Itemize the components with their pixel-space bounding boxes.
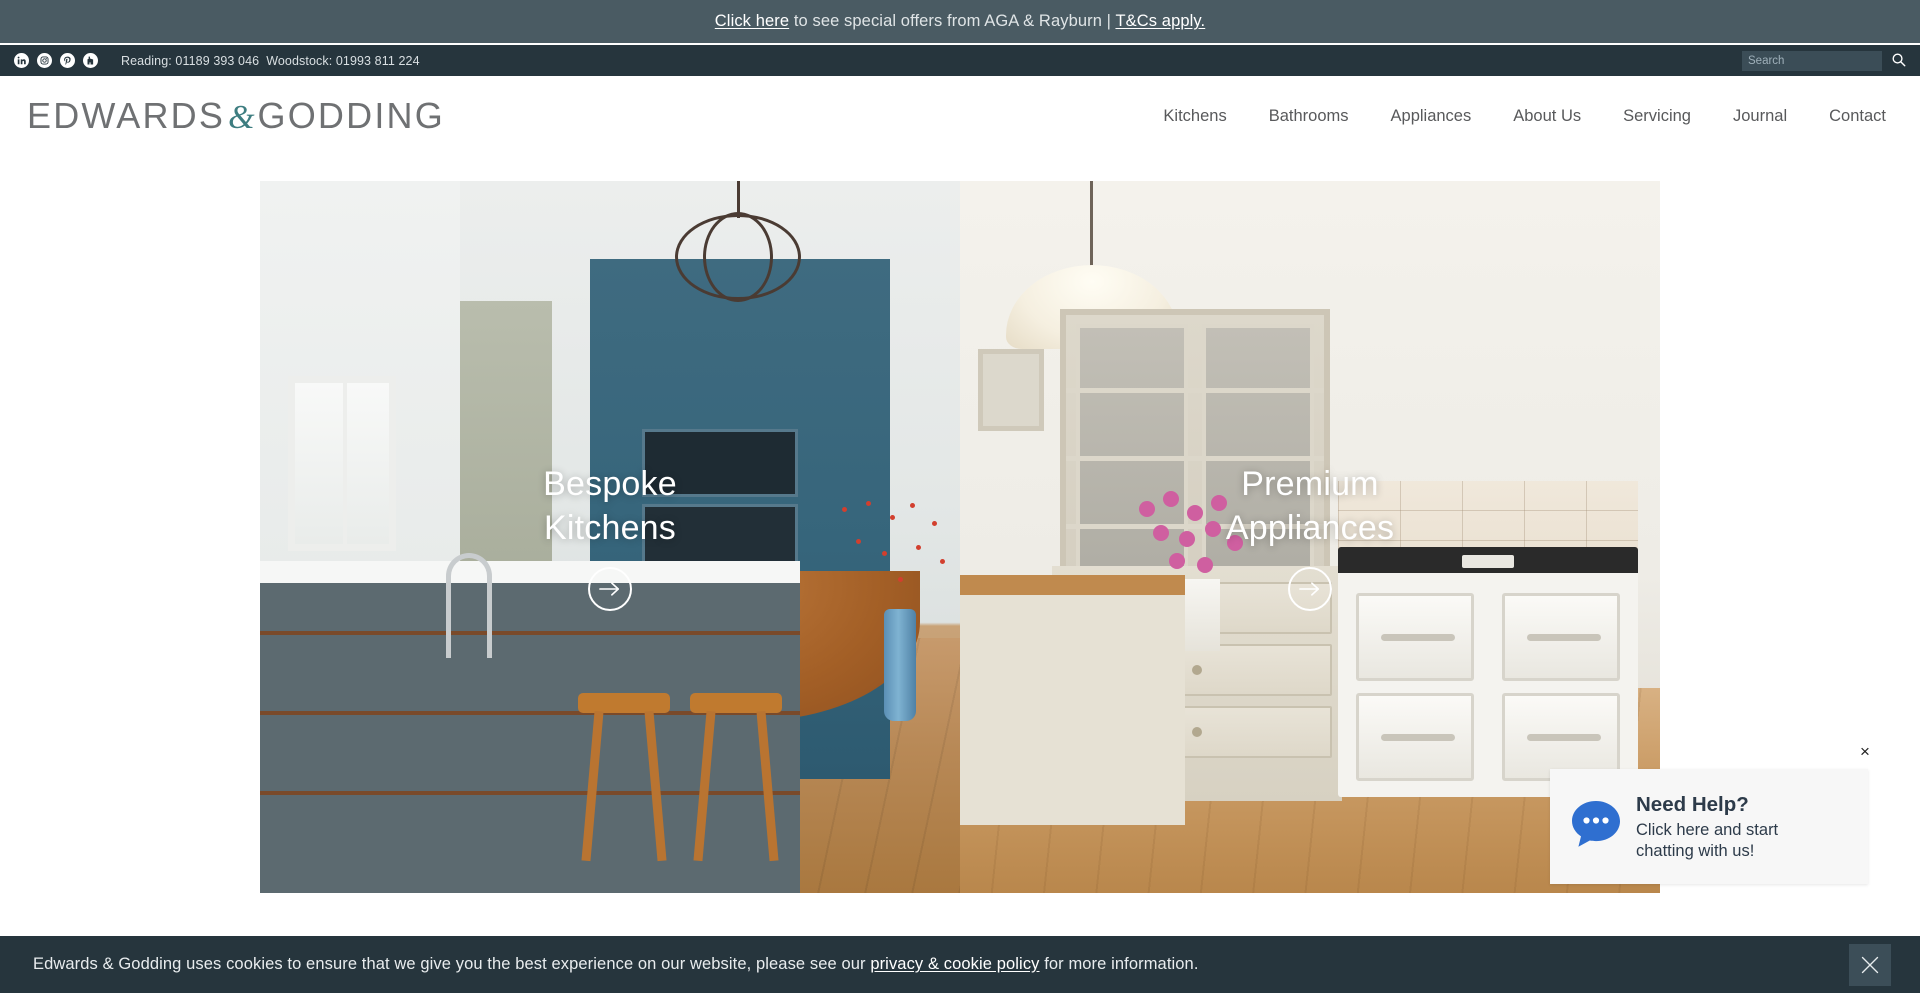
chat-widget-subtitle-line-1: Click here and start <box>1636 820 1779 839</box>
search-submit-button[interactable] <box>1891 52 1906 70</box>
hero-overlay-bespoke-kitchens: Bespoke Kitchens <box>260 181 960 893</box>
cookie-text-after: for more information. <box>1039 955 1199 973</box>
hero-panel-bespoke-kitchens[interactable]: Bespoke Kitchens <box>260 181 960 893</box>
hero-cta-arrow-kitchens[interactable] <box>588 567 632 612</box>
social-links <box>14 53 98 68</box>
nav-item-journal[interactable]: Journal <box>1712 107 1808 126</box>
promo-banner-middle-text: to see special offers from AGA & Rayburn… <box>789 12 1116 30</box>
promo-banner: Click here to see special offers from AG… <box>0 0 1920 45</box>
hero-section: Bespoke Kitchens Premium Appliances <box>260 181 1660 893</box>
nav-item-appliances[interactable]: Appliances <box>1370 107 1493 126</box>
promo-click-here-link[interactable]: Click here <box>715 12 789 30</box>
phone-reading: Reading: 01189 393 046 <box>121 53 260 68</box>
chat-widget-copy: Need Help? Click here and start chatting… <box>1636 791 1778 862</box>
site-logo[interactable]: EDWARDS&GODDING <box>27 95 445 137</box>
phone-woodstock: Woodstock: 01993 811 224 <box>266 53 420 68</box>
search-icon <box>1891 52 1906 70</box>
nav-item-kitchens[interactable]: Kitchens <box>1142 107 1247 126</box>
close-icon <box>1860 955 1880 975</box>
contact-phone-numbers: Reading: 01189 393 046 Woodstock: 01993 8… <box>121 54 420 68</box>
cookie-consent-bar: Edwards & Godding uses cookies to ensure… <box>0 936 1920 993</box>
houzz-icon[interactable] <box>83 53 98 68</box>
hero-title-bespoke-kitchens: Bespoke Kitchens <box>543 463 677 550</box>
logo-last-word: GODDING <box>257 95 445 136</box>
chat-widget[interactable]: Need Help? Click here and start chatting… <box>1550 769 1868 884</box>
site-header: EDWARDS&GODDING Kitchens Bathrooms Appli… <box>0 76 1920 156</box>
nav-item-servicing[interactable]: Servicing <box>1602 107 1712 126</box>
logo-first-word: EDWARDS <box>27 95 226 136</box>
hero-cta-arrow-appliances[interactable] <box>1288 567 1332 612</box>
search-area <box>1742 50 1906 71</box>
promo-tcs-link[interactable]: T&Cs apply. <box>1115 12 1205 30</box>
cookie-consent-text: Edwards & Godding uses cookies to ensure… <box>33 955 1199 974</box>
linkedin-icon[interactable] <box>14 53 29 68</box>
arrow-right-icon <box>599 581 621 597</box>
hero-title-line-1: Bespoke <box>543 464 677 503</box>
nav-item-about-us[interactable]: About Us <box>1492 107 1602 126</box>
instagram-icon[interactable] <box>37 53 52 68</box>
hero-title-line-1: Premium <box>1241 464 1379 503</box>
nav-item-contact[interactable]: Contact <box>1808 107 1890 126</box>
pinterest-icon[interactable] <box>60 53 75 68</box>
hero-title-line-2: Kitchens <box>543 508 676 547</box>
chat-widget-subtitle-line-2: chatting with us! <box>1636 842 1755 861</box>
promo-banner-text: Click here to see special offers from AG… <box>715 12 1205 31</box>
arrow-right-icon <box>1299 581 1321 597</box>
nav-item-bathrooms[interactable]: Bathrooms <box>1248 107 1370 126</box>
logo-ampersand: & <box>228 99 255 136</box>
privacy-cookie-policy-link[interactable]: privacy & cookie policy <box>870 955 1039 973</box>
cookie-text-before: Edwards & Godding uses cookies to ensure… <box>33 955 871 973</box>
search-input[interactable] <box>1742 50 1882 71</box>
page-root: Click here to see special offers from AG… <box>0 0 1920 993</box>
main-navigation: Kitchens Bathrooms Appliances About Us S… <box>1142 107 1890 126</box>
hero-title-line-2: Appliances <box>1225 508 1395 547</box>
cookie-consent-close-button[interactable] <box>1849 943 1891 986</box>
chat-widget-title: Need Help? <box>1636 792 1749 816</box>
hero-title-premium-appliances: Premium Appliances <box>1226 463 1394 550</box>
utility-bar: Reading: 01189 393 046 Woodstock: 01993 8… <box>0 45 1920 76</box>
chat-bubble-icon <box>1570 799 1622 854</box>
chat-widget-close-button[interactable]: × <box>1856 743 1874 761</box>
